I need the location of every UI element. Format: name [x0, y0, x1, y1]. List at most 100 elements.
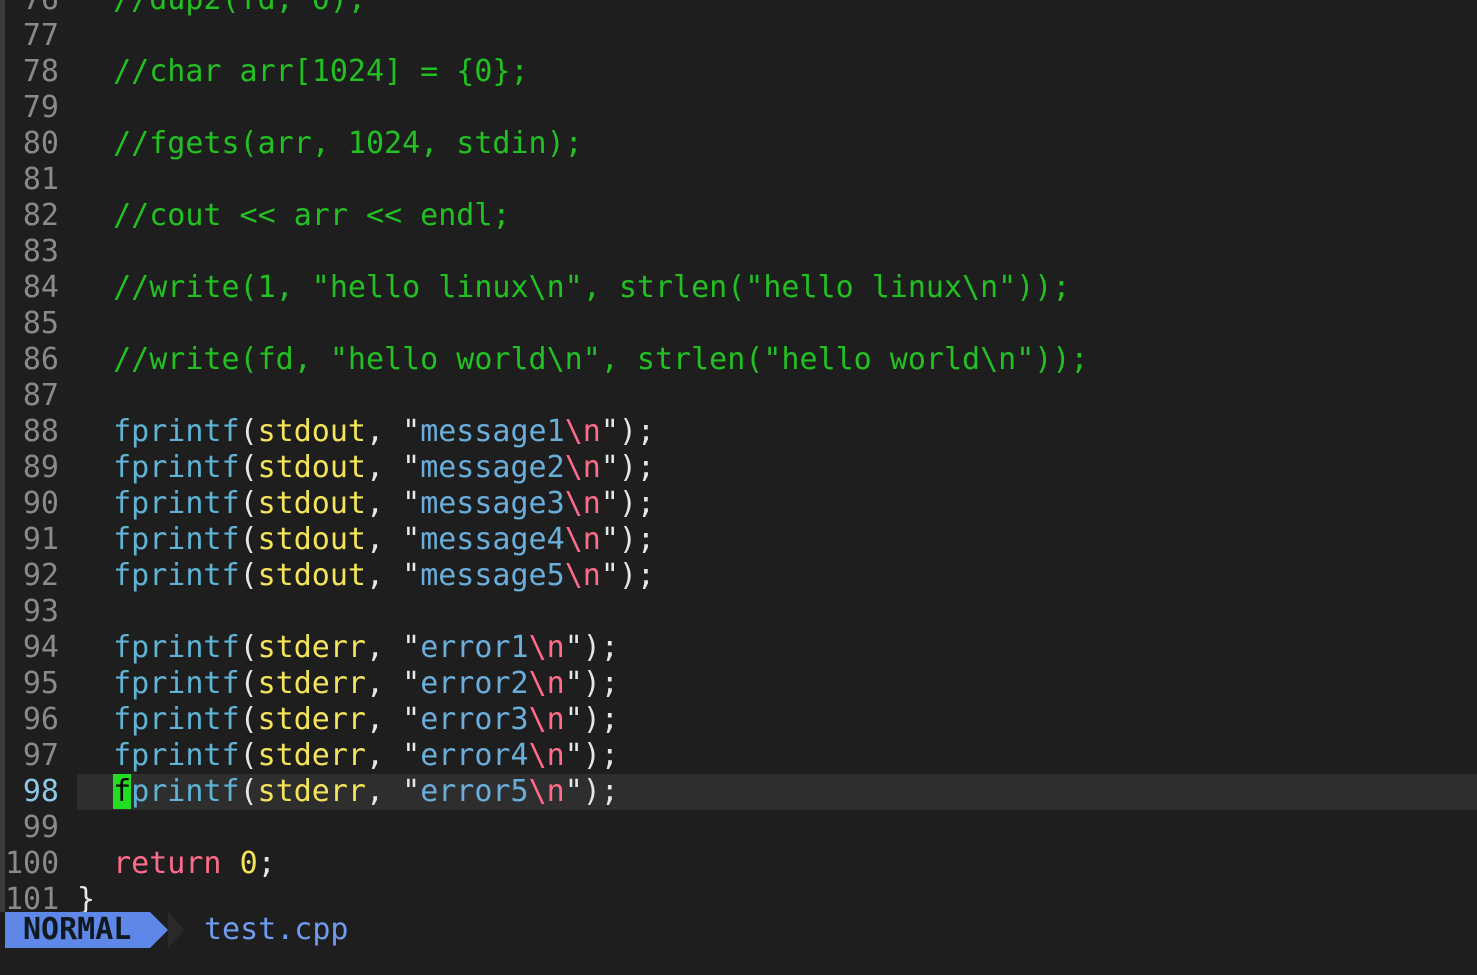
code-token: fprintf: [113, 666, 240, 701]
line-number: 78: [22, 54, 59, 89]
code-editor[interactable]: 76 //dup2(fd, 0);7778 //char arr[1024] =…: [0, 0, 1477, 918]
line-number: 92: [22, 558, 59, 593]
code-token: fprintf: [113, 738, 240, 773]
line-code: fprintf(stdout, "message3\n");: [77, 486, 655, 522]
code-token: \n: [564, 486, 601, 521]
code-line[interactable]: 92 fprintf(stdout, "message5\n");: [0, 558, 1477, 594]
code-token: message5: [420, 558, 565, 593]
code-token: fprintf: [113, 702, 240, 737]
line-code: fprintf(stdout, "message4\n");: [77, 522, 655, 558]
code-line[interactable]: 91 fprintf(stdout, "message4\n");: [0, 522, 1477, 558]
code-line[interactable]: 86 //write(fd, "hello world\n", strlen("…: [0, 342, 1477, 378]
code-token: ");: [564, 738, 619, 773]
code-token: \n: [528, 738, 565, 773]
line-number: 81: [22, 162, 59, 197]
code-token: message1: [420, 414, 565, 449]
text-cursor: f: [113, 774, 132, 809]
line-code: fprintf(stdout, "message2\n");: [77, 450, 655, 486]
line-number: 88: [22, 414, 59, 449]
code-line[interactable]: 93: [0, 594, 1477, 630]
code-line[interactable]: 89 fprintf(stdout, "message2\n");: [0, 450, 1477, 486]
line-number: 79: [22, 90, 59, 125]
line-number: 98: [22, 774, 59, 809]
code-token: (: [239, 666, 258, 701]
code-token: , ": [366, 630, 421, 665]
code-line-current[interactable]: 98 fprintf(stderr, "error5\n");: [0, 774, 1477, 810]
line-number: 85: [22, 306, 59, 341]
code-token: error2: [420, 666, 529, 701]
code-token: 0: [239, 846, 258, 881]
line-number: 80: [22, 126, 59, 161]
code-token: (: [239, 450, 258, 485]
line-number: 94: [22, 630, 59, 665]
line-code: //write(fd, "hello world\n", strlen("hel…: [77, 342, 1088, 378]
code-line[interactable]: 100 return 0;: [0, 846, 1477, 882]
line-number: 76: [5, 0, 59, 18]
line-code: //cout << arr << endl;: [77, 198, 510, 234]
code-token: (: [239, 558, 258, 593]
code-token: fprintf: [113, 450, 240, 485]
code-line[interactable]: 81: [0, 162, 1477, 198]
line-code: fprintf(stderr, "error5\n");: [77, 774, 619, 810]
line-number: 83: [22, 234, 59, 269]
code-token: stderr: [257, 738, 366, 773]
code-token: return: [113, 846, 222, 881]
code-token: , ": [366, 666, 421, 701]
code-line[interactable]: 94 fprintf(stderr, "error1\n");: [0, 630, 1477, 666]
status-line: NORMAL test.cpp: [0, 912, 1477, 948]
code-token: ");: [600, 414, 655, 449]
code-token: stdout: [257, 486, 366, 521]
code-token: message3: [420, 486, 565, 521]
code-line[interactable]: 78 //char arr[1024] = {0};: [0, 54, 1477, 90]
code-token: ");: [564, 630, 619, 665]
code-line[interactable]: 84 //write(1, "hello linux\n", strlen("h…: [0, 270, 1477, 306]
code-line[interactable]: 83: [0, 234, 1477, 270]
code-line[interactable]: 99: [0, 810, 1477, 846]
code-token: //write(1, "hello linux\n", strlen("hell…: [113, 270, 1071, 305]
code-token: fprintf: [113, 486, 240, 521]
code-line[interactable]: 95 fprintf(stderr, "error2\n");: [0, 666, 1477, 702]
line-code: fprintf(stderr, "error4\n");: [77, 738, 619, 774]
code-token: fprintf: [113, 414, 240, 449]
line-code: fprintf(stdout, "message5\n");: [77, 558, 655, 594]
code-token: stderr: [257, 630, 366, 665]
line-number: 93: [22, 594, 59, 629]
code-token: \n: [564, 414, 601, 449]
code-line[interactable]: 82 //cout << arr << endl;: [0, 198, 1477, 234]
line-number: 84: [22, 270, 59, 305]
code-token: //write(fd, "hello world\n", strlen("hel…: [113, 342, 1089, 377]
code-token: ");: [564, 666, 619, 701]
code-line[interactable]: 88 fprintf(stdout, "message1\n");: [0, 414, 1477, 450]
line-number: 86: [22, 342, 59, 377]
line-number: 100: [5, 846, 60, 881]
code-line[interactable]: 85: [0, 306, 1477, 342]
code-token: , ": [366, 774, 421, 809]
line-code: //dup2(fd, 0);: [77, 0, 366, 18]
code-token: , ": [366, 450, 421, 485]
code-token: stdout: [257, 522, 366, 557]
code-token: //fgets(arr, 1024, stdin);: [113, 126, 583, 161]
code-token: ;: [257, 846, 276, 881]
code-token: (: [239, 702, 258, 737]
code-line[interactable]: 90 fprintf(stdout, "message3\n");: [0, 486, 1477, 522]
line-number: 89: [22, 450, 59, 485]
code-line[interactable]: 80 //fgets(arr, 1024, stdin);: [0, 126, 1477, 162]
mode-separator-arrow: [150, 912, 168, 948]
code-line[interactable]: 76 //dup2(fd, 0);: [0, 0, 1477, 18]
code-line[interactable]: 97 fprintf(stderr, "error4\n");: [0, 738, 1477, 774]
code-line[interactable]: 79: [0, 90, 1477, 126]
line-number: 95: [22, 666, 59, 701]
code-token: \n: [528, 666, 565, 701]
line-code: fprintf(stderr, "error3\n");: [77, 702, 619, 738]
filename-label: test.cpp: [204, 912, 349, 947]
code-token: ");: [564, 702, 619, 737]
code-token: , ": [366, 522, 421, 557]
code-token: ");: [600, 486, 655, 521]
code-token: fprintf: [113, 558, 240, 593]
line-number: 91: [22, 522, 59, 557]
code-line[interactable]: 87: [0, 378, 1477, 414]
code-line[interactable]: 96 fprintf(stderr, "error3\n");: [0, 702, 1477, 738]
code-token: error4: [420, 738, 529, 773]
code-line[interactable]: 77: [0, 18, 1477, 54]
code-token: \n: [564, 450, 601, 485]
